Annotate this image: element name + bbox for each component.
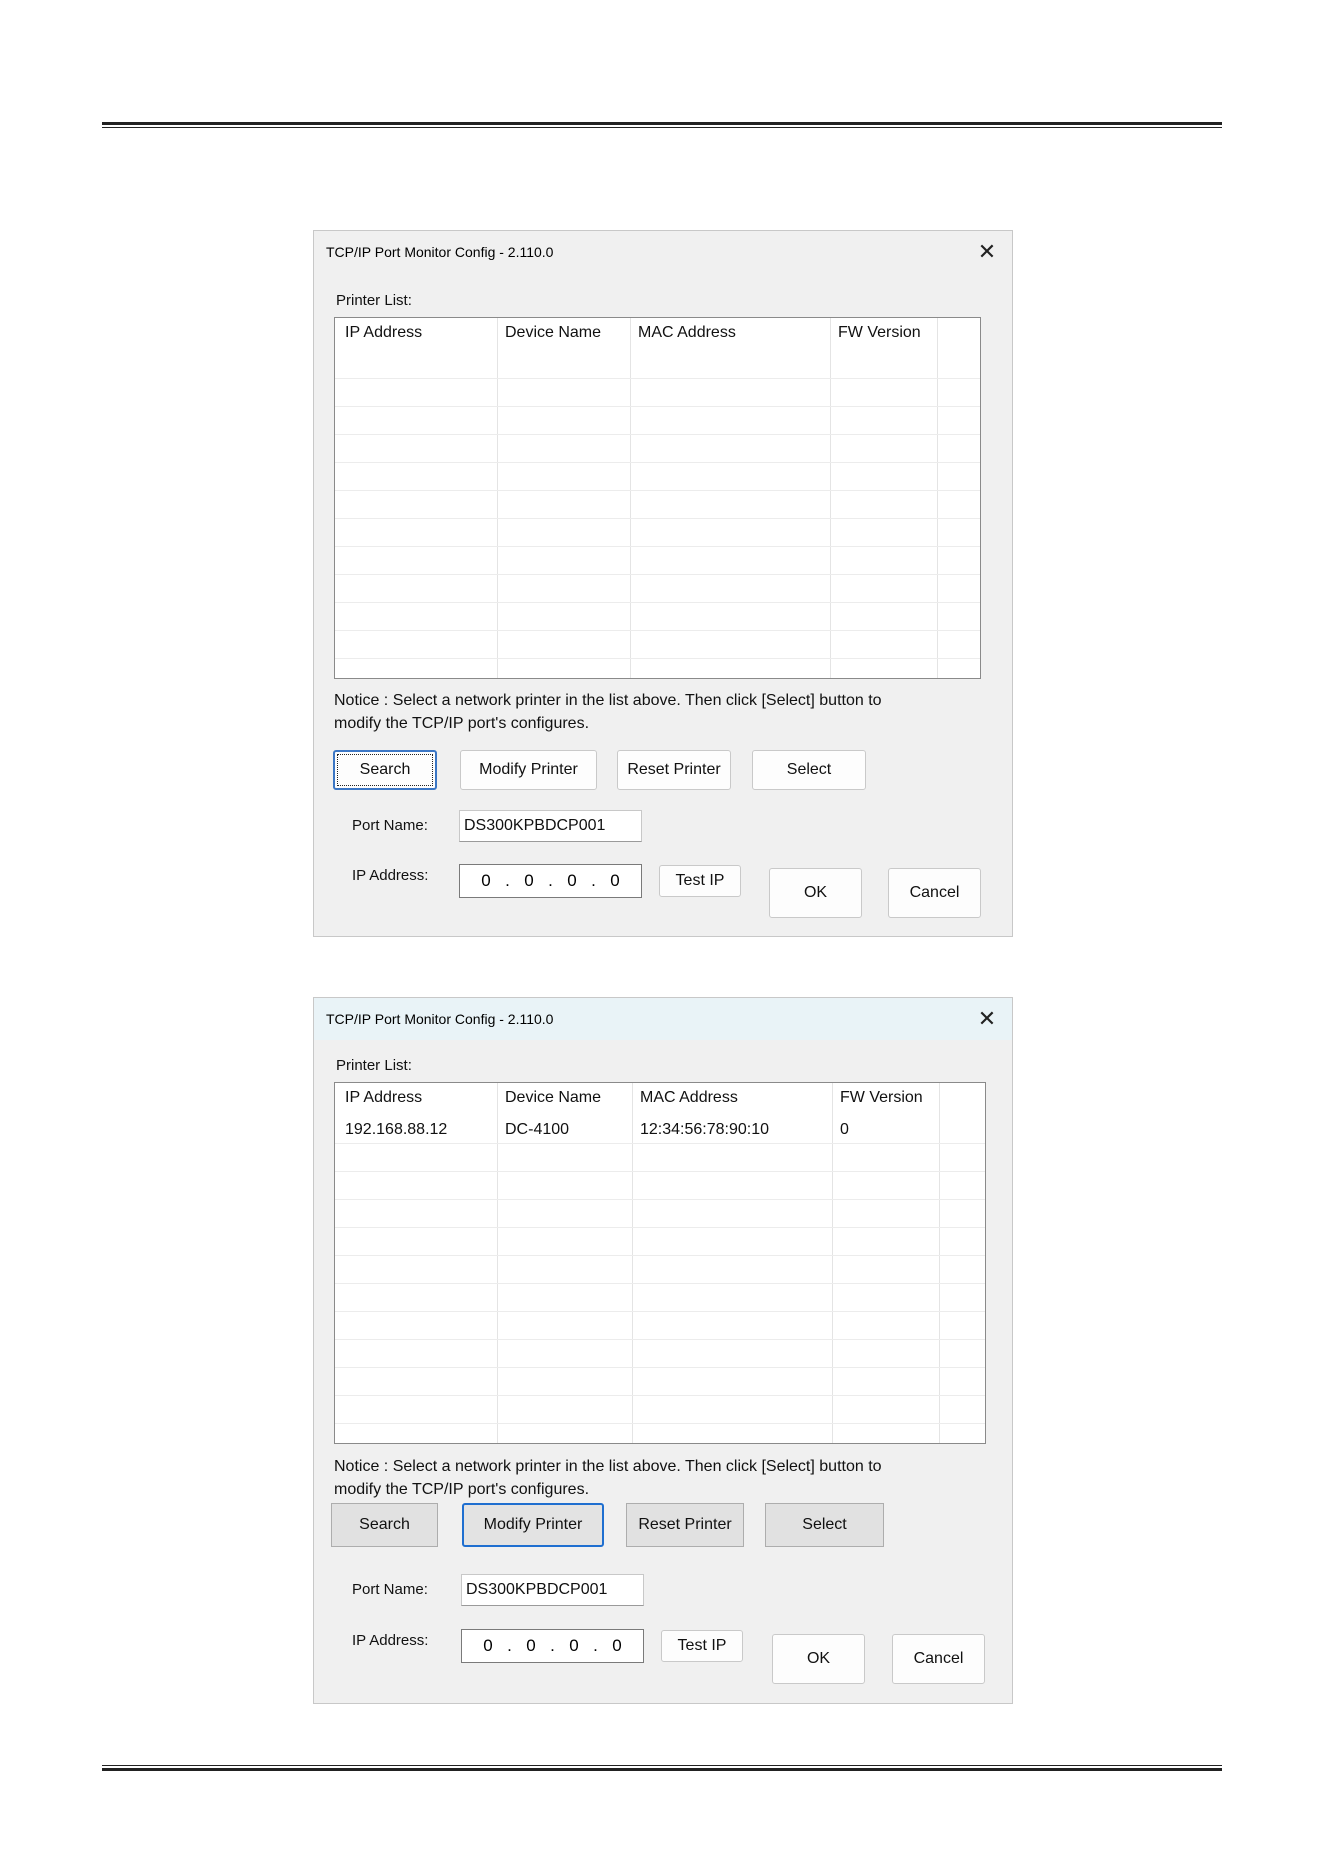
modify-printer-button[interactable]: Modify Printer	[460, 750, 597, 790]
select-button[interactable]: Select	[752, 750, 866, 790]
column-header-fw[interactable]: FW Version	[838, 324, 921, 342]
cancel-button[interactable]: Cancel	[888, 868, 981, 918]
port-name-field[interactable]: DS300KPBDCP001	[461, 1574, 644, 1606]
printer-list[interactable]: IP Address Device Name MAC Address FW Ve…	[334, 317, 981, 679]
printer-list-label: Printer List:	[336, 292, 412, 309]
column-header-mac[interactable]: MAC Address	[640, 1089, 738, 1107]
search-button[interactable]: Search	[333, 750, 437, 790]
column-header-ip[interactable]: IP Address	[345, 1089, 422, 1107]
ip-address-label: IP Address:	[352, 1632, 429, 1649]
column-header-device[interactable]: Device Name	[505, 1089, 601, 1107]
port-name-label: Port Name:	[352, 817, 428, 834]
row-fw-cell: 0	[840, 1121, 849, 1138]
port-name-field[interactable]: DS300KPBDCP001	[459, 810, 642, 842]
test-ip-button[interactable]: Test IP	[661, 1630, 743, 1662]
ip-address-label: IP Address:	[352, 867, 429, 884]
row-mac-cell: 12:34:56:78:90:10	[640, 1121, 770, 1138]
modify-printer-button[interactable]: Modify Printer	[462, 1503, 604, 1547]
search-button[interactable]: Search	[331, 1503, 438, 1547]
ip-address-field[interactable]: 0. 0. 0. 0	[459, 864, 642, 898]
printer-list-label: Printer List:	[336, 1057, 412, 1074]
close-icon[interactable]: ✕	[972, 237, 1002, 267]
port-name-label: Port Name:	[352, 1581, 428, 1598]
ip-octet-1: 0	[481, 871, 491, 890]
ok-button[interactable]: OK	[769, 868, 862, 918]
cancel-button[interactable]: Cancel	[892, 1634, 985, 1684]
reset-printer-button[interactable]: Reset Printer	[626, 1503, 744, 1547]
ip-octet-2: 0	[526, 1636, 536, 1655]
ip-octet-4: 0	[612, 1636, 622, 1655]
row-ip-cell: 192.168.88.12	[345, 1121, 448, 1138]
column-header-fw[interactable]: FW Version	[840, 1089, 923, 1107]
ip-octet-3: 0	[567, 871, 577, 890]
dialog-title: TCP/IP Port Monitor Config - 2.110.0	[314, 998, 1012, 1040]
header-rule	[102, 122, 1222, 128]
ip-octet-4: 0	[610, 871, 620, 890]
select-button[interactable]: Select	[765, 1503, 884, 1547]
footer-rule	[102, 1765, 1222, 1771]
column-header-device[interactable]: Device Name	[505, 324, 601, 342]
close-icon[interactable]: ✕	[972, 1004, 1002, 1034]
notice-text: Notice : Select a network printer in the…	[334, 1458, 882, 1498]
port-config-dialog-found: TCP/IP Port Monitor Config - 2.110.0 ✕ P…	[313, 997, 1013, 1704]
column-header-mac[interactable]: MAC Address	[638, 324, 736, 342]
port-config-dialog-empty: TCP/IP Port Monitor Config - 2.110.0 ✕ P…	[313, 230, 1013, 937]
printer-list[interactable]: IP Address Device Name MAC Address FW Ve…	[334, 1082, 986, 1444]
ip-octet-1: 0	[483, 1636, 493, 1655]
ip-address-field[interactable]: 0. 0. 0. 0	[461, 1629, 644, 1663]
column-header-ip[interactable]: IP Address	[345, 324, 422, 342]
notice-text: Notice : Select a network printer in the…	[334, 692, 882, 732]
ok-button[interactable]: OK	[772, 1634, 865, 1684]
test-ip-button[interactable]: Test IP	[659, 865, 741, 897]
reset-printer-button[interactable]: Reset Printer	[617, 750, 731, 790]
row-device-cell: DC-4100	[505, 1121, 570, 1138]
ip-octet-3: 0	[569, 1636, 579, 1655]
dialog-title: TCP/IP Port Monitor Config - 2.110.0	[326, 244, 554, 260]
ip-octet-2: 0	[524, 871, 534, 890]
